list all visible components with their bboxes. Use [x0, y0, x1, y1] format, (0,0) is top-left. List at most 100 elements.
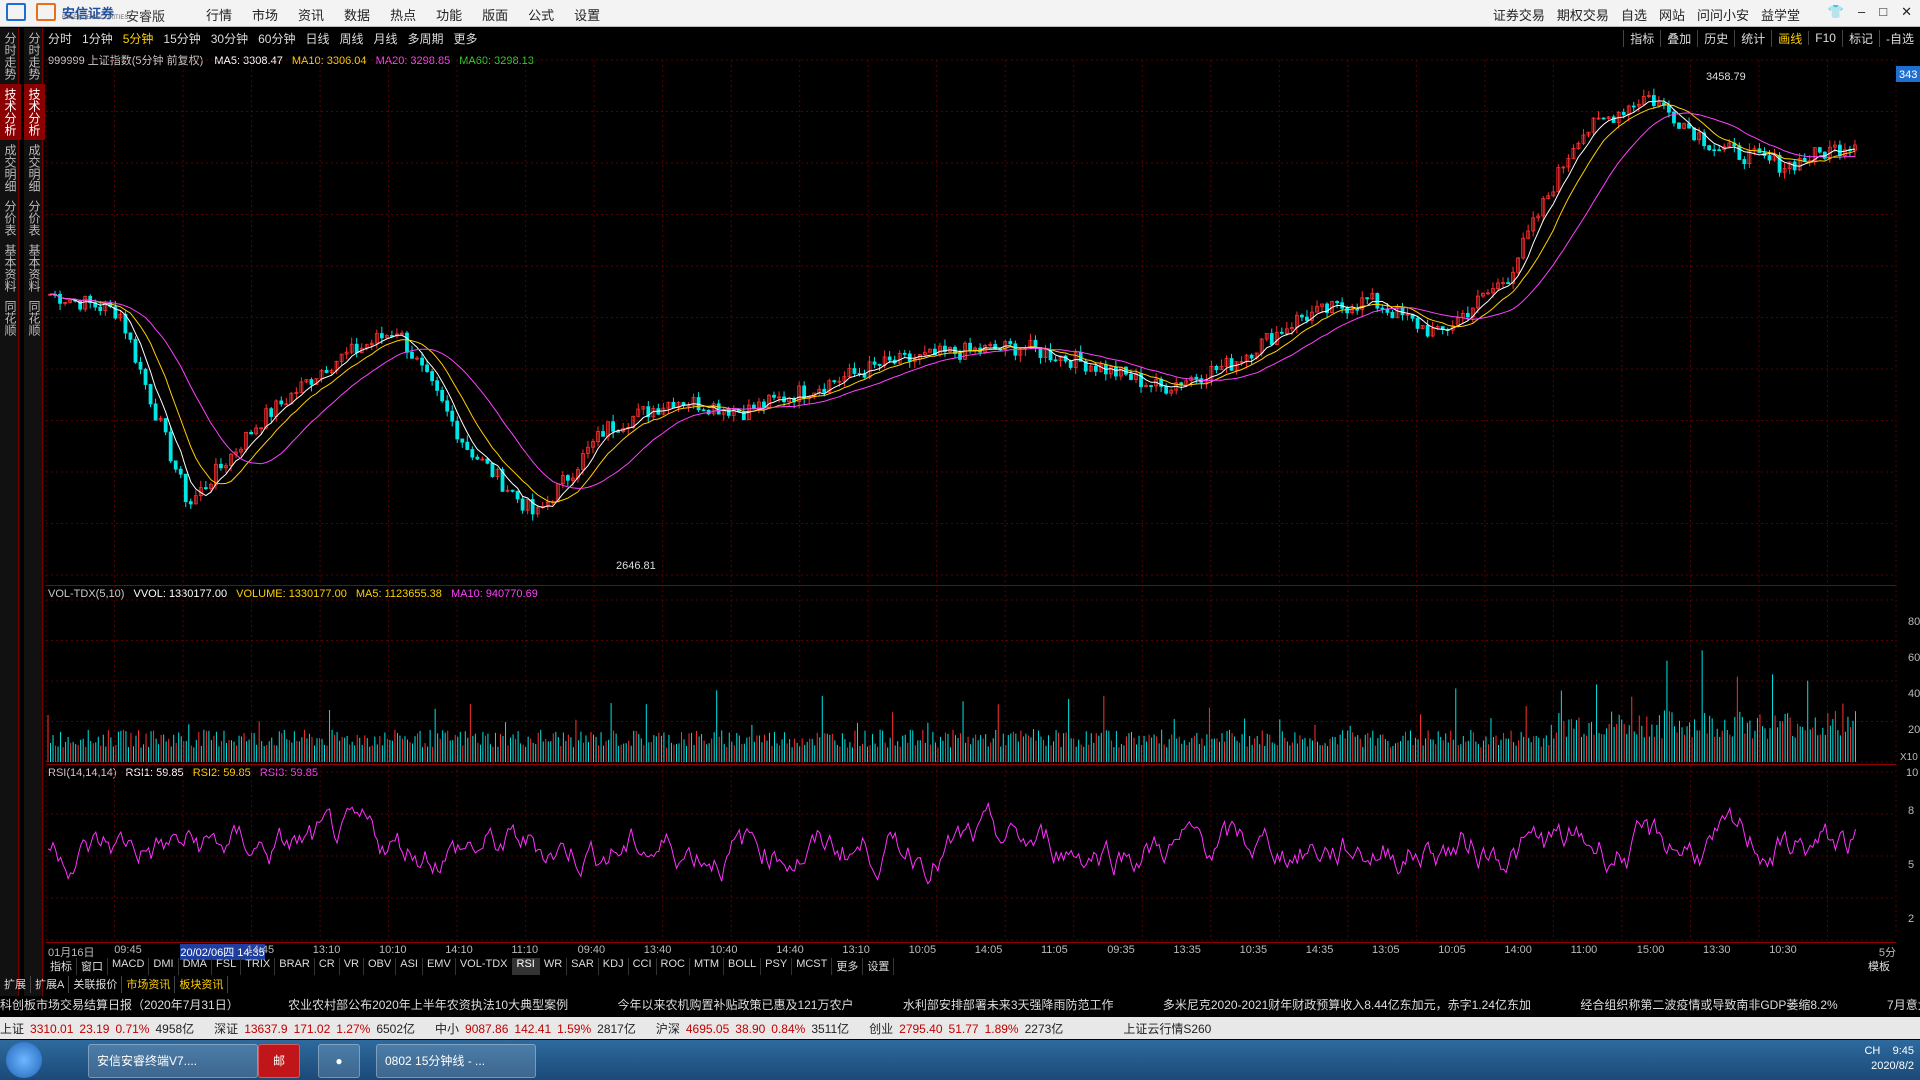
taskbar-app-chart[interactable]: 0802 15分钟线 - ... — [376, 1044, 536, 1078]
menu-website[interactable]: 网站 — [1659, 5, 1685, 24]
period-more[interactable]: 更多 — [454, 30, 478, 47]
menu-item-hot[interactable]: 热点 — [390, 5, 416, 24]
menu-watchlist[interactable]: 自选 — [1621, 5, 1647, 24]
news-item[interactable]: 今年以来农机购置补贴政策已惠及121万农户 — [617, 996, 853, 1013]
indicator-tab[interactable]: MACD — [108, 958, 150, 975]
maximize-button[interactable]: □ — [1879, 4, 1887, 20]
ext-tab-market-news[interactable]: 市场资讯 — [122, 976, 176, 993]
indicator-tab[interactable]: VR — [340, 958, 364, 975]
sidebar-tab-trades[interactable]: 成交明细 — [24, 140, 45, 196]
index-quote[interactable]: 沪深 4695.05 38.90 0.84% 3511亿 — [656, 1020, 855, 1037]
taskbar-app-essence[interactable]: 安信安睿终端V7.... — [88, 1044, 258, 1078]
tool-history[interactable]: 历史 — [1697, 29, 1734, 47]
index-quote[interactable]: 深证 13637.9 171.02 1.27% 6502亿 — [214, 1020, 421, 1037]
tool-watchlist[interactable]: -自选 — [1879, 29, 1920, 47]
menu-item-market[interactable]: 市场 — [252, 5, 278, 24]
period-15min[interactable]: 15分钟 — [163, 30, 200, 47]
indicator-tab[interactable]: 设置 — [863, 958, 895, 975]
ext-tab-sector-news[interactable]: 板块资讯 — [175, 976, 229, 993]
period-60min[interactable]: 60分钟 — [258, 30, 295, 47]
indicator-tab[interactable]: CR — [315, 958, 340, 975]
lang-indicator[interactable]: CH — [1864, 1045, 1880, 1057]
menu-item-settings[interactable]: 设置 — [574, 5, 600, 24]
outer-tab-basic-info[interactable]: 基本资料 — [0, 240, 21, 296]
menu-ask-assistant[interactable]: 问问小安 — [1697, 5, 1749, 24]
indicator-tab[interactable]: DMA — [179, 958, 213, 975]
indicator-tab[interactable]: MTM — [690, 958, 725, 975]
tool-drawing[interactable]: 画线 — [1771, 29, 1808, 47]
sidebar-tab-basic-info[interactable]: 基本资料 — [24, 240, 45, 296]
tool-statistics[interactable]: 统计 — [1734, 29, 1771, 47]
indicator-tab[interactable]: 更多 — [832, 958, 864, 975]
period-1min[interactable]: 1分钟 — [82, 30, 113, 47]
tool-indicator[interactable]: 指标 — [1623, 29, 1660, 47]
ext-tab-related-quotes[interactable]: 关联报价 — [69, 976, 123, 993]
news-item[interactable]: 水利部安排部署未来3天强降雨防范工作 — [903, 996, 1114, 1013]
chrome-app-icon[interactable]: ● — [318, 1044, 360, 1078]
tool-f10[interactable]: F10 — [1808, 31, 1842, 45]
shirt-icon[interactable]: 👕 — [1828, 4, 1844, 20]
clock-date[interactable]: 2020/8/2 — [1871, 1060, 1914, 1072]
period-intraday[interactable]: 分时 — [48, 30, 72, 47]
indicator-tab[interactable]: PSY — [761, 958, 793, 975]
indicator-tab[interactable]: VOL-TDX — [456, 958, 513, 975]
menu-securities-trading[interactable]: 证券交易 — [1493, 5, 1545, 24]
menu-item-data[interactable]: 数据 — [344, 5, 370, 24]
indicator-tab[interactable]: ROC — [657, 958, 690, 975]
ext-tab-expand[interactable]: 扩展 — [0, 976, 31, 993]
news-item[interactable]: 经合组织称第二波疫情或导致南非GDP萎缩8.2% — [1580, 996, 1837, 1013]
indicator-tab[interactable]: WR — [540, 958, 568, 975]
index-quote[interactable]: 创业 2795.40 51.77 1.89% 2273亿 — [869, 1020, 1069, 1037]
period-monthly[interactable]: 月线 — [374, 30, 398, 47]
menu-item-quotes[interactable]: 行情 — [206, 5, 232, 24]
indicator-tab[interactable]: MCST — [792, 958, 833, 975]
chart-canvas[interactable]: 3458.79 2646.81 80 60 40 20 X10 10 8 5 2… — [0, 0, 1920, 1080]
outer-tab-trades[interactable]: 成交明细 — [0, 140, 21, 196]
indicator-tab[interactable]: BRAR — [275, 958, 315, 975]
index-quote[interactable]: 中小 9087.86 142.41 1.59% 2817亿 — [435, 1020, 642, 1037]
period-30min[interactable]: 30分钟 — [211, 30, 248, 47]
index-quote[interactable]: 上证 3310.01 23.19 0.71% 4958亿 — [0, 1020, 200, 1037]
outer-tab-price-table[interactable]: 分价表 — [0, 196, 21, 240]
menu-item-function[interactable]: 功能 — [436, 5, 462, 24]
menu-item-layout[interactable]: 版面 — [482, 5, 508, 24]
menu-item-news[interactable]: 资讯 — [298, 5, 324, 24]
sidebar-tab-ths[interactable]: 同花顺 — [24, 296, 45, 340]
news-item[interactable]: 科创板市场交易结算日报（2020年7月31日） — [0, 996, 239, 1013]
sidebar-tab-intraday[interactable]: 分时走势 — [24, 28, 45, 84]
indicator-tab[interactable]: SAR — [567, 958, 599, 975]
news-item[interactable]: 多米尼克2020-2021财年财政预算收入8.44亿东加元，赤字1.24亿东加 — [1163, 996, 1531, 1013]
indicator-tab[interactable]: TRIX — [241, 958, 276, 975]
period-daily[interactable]: 日线 — [305, 30, 329, 47]
indicator-tab[interactable]: CCI — [629, 958, 657, 975]
outer-tab-ths[interactable]: 同花顺 — [0, 296, 21, 340]
period-multi[interactable]: 多周期 — [408, 30, 444, 47]
tool-mark[interactable]: 标记 — [1841, 29, 1879, 47]
period-5min[interactable]: 5分钟 — [123, 30, 154, 47]
indicator-tab[interactable]: OBV — [364, 958, 397, 975]
menu-learning[interactable]: 益学堂 — [1761, 5, 1800, 24]
start-button[interactable] — [6, 1042, 42, 1078]
indicator-tab[interactable]: 窗口 — [77, 958, 108, 975]
news-item[interactable]: 农业农村部公布2020年上半年农资执法10大典型案例 — [288, 996, 568, 1013]
indicator-tab[interactable]: 指标 — [46, 958, 77, 975]
template-button[interactable]: 模板 — [1868, 958, 1890, 974]
menu-options-trading[interactable]: 期权交易 — [1557, 5, 1609, 24]
sidebar-tab-price-table[interactable]: 分价表 — [24, 196, 45, 240]
sidebar-tab-technical[interactable]: 技术分析 — [24, 84, 45, 140]
outer-tab-technical[interactable]: 技术分析 — [0, 84, 21, 140]
indicator-tab[interactable]: BOLL — [724, 958, 762, 975]
indicator-tab[interactable]: RSI — [512, 958, 540, 975]
menu-item-formula[interactable]: 公式 — [528, 5, 554, 24]
indicator-tab[interactable]: FSL — [212, 958, 242, 975]
close-button[interactable]: ✕ — [1901, 4, 1912, 20]
ext-tab-expand-a[interactable]: 扩展A — [31, 976, 70, 993]
tool-overlay[interactable]: 叠加 — [1660, 29, 1697, 47]
indicator-tab[interactable]: EMV — [423, 958, 456, 975]
indicator-tab[interactable]: KDJ — [599, 958, 629, 975]
clock-time[interactable]: 9:45 — [1893, 1045, 1914, 1057]
minimize-button[interactable]: – — [1858, 4, 1865, 20]
news-item[interactable]: 7月意大利通货紧缩 — [1887, 996, 1920, 1013]
outer-tab-intraday[interactable]: 分时走势 — [0, 28, 21, 84]
period-weekly[interactable]: 周线 — [339, 30, 363, 47]
